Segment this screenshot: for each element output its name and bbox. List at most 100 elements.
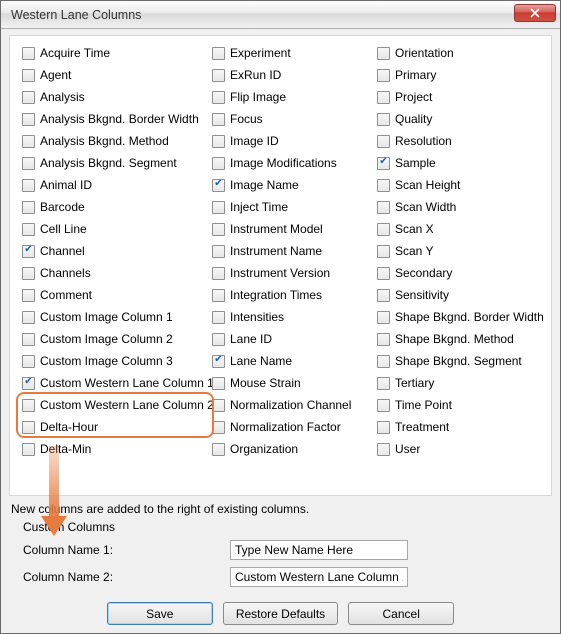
checkbox-label: Inject Time xyxy=(230,200,288,214)
checkbox[interactable] xyxy=(212,179,225,192)
checkbox[interactable] xyxy=(377,69,390,82)
column-name-2-row: Column Name 2: xyxy=(15,565,548,589)
checkbox[interactable] xyxy=(212,421,225,434)
checkbox[interactable] xyxy=(212,135,225,148)
checkbox[interactable] xyxy=(22,333,35,346)
custom-columns-group: Custom Columns Column Name 1: Column Nam… xyxy=(15,518,548,592)
checkbox[interactable] xyxy=(212,91,225,104)
checkbox-label: Scan Width xyxy=(395,200,456,214)
checkbox[interactable] xyxy=(212,289,225,302)
checkbox-label: Experiment xyxy=(230,46,291,60)
checkbox-label: Scan Height xyxy=(395,178,460,192)
checkbox[interactable] xyxy=(377,311,390,324)
checkbox[interactable] xyxy=(22,201,35,214)
checkbox[interactable] xyxy=(377,377,390,390)
checkbox[interactable] xyxy=(212,223,225,236)
checkbox[interactable] xyxy=(22,91,35,104)
checkbox[interactable] xyxy=(377,443,390,456)
checkbox[interactable] xyxy=(212,377,225,390)
checkbox[interactable] xyxy=(377,223,390,236)
checkbox[interactable] xyxy=(377,355,390,368)
checkbox-label: Organization xyxy=(230,442,298,456)
checkbox[interactable] xyxy=(22,223,35,236)
checkbox[interactable] xyxy=(22,421,35,434)
custom-columns-title: Custom Columns xyxy=(23,520,548,534)
checkbox-label: Scan Y xyxy=(395,244,433,258)
checkbox[interactable] xyxy=(377,245,390,258)
checkbox-label: Sample xyxy=(395,156,436,170)
checkbox-row: Barcode xyxy=(20,196,210,218)
checkbox[interactable] xyxy=(22,377,35,390)
checkbox[interactable] xyxy=(22,135,35,148)
checkbox-label: Channels xyxy=(40,266,91,280)
checkbox-row: Quality xyxy=(375,108,546,130)
checkbox[interactable] xyxy=(212,157,225,170)
checkbox[interactable] xyxy=(22,179,35,192)
checkbox[interactable] xyxy=(22,355,35,368)
checkbox[interactable] xyxy=(212,47,225,60)
checkbox[interactable] xyxy=(212,355,225,368)
checkbox[interactable] xyxy=(22,267,35,280)
checkbox-row: Tertiary xyxy=(375,372,546,394)
checkbox[interactable] xyxy=(212,443,225,456)
checkbox[interactable] xyxy=(22,69,35,82)
checkbox-row: Image Modifications xyxy=(210,152,375,174)
checkbox-row: Analysis Bkgnd. Border Width xyxy=(20,108,210,130)
checkbox-row: Project xyxy=(375,86,546,108)
checkbox-label: Instrument Name xyxy=(230,244,322,258)
checkbox[interactable] xyxy=(377,201,390,214)
checkbox[interactable] xyxy=(22,399,35,412)
checkbox-label: Barcode xyxy=(40,200,85,214)
checkbox[interactable] xyxy=(22,443,35,456)
checkbox[interactable] xyxy=(377,47,390,60)
checkbox[interactable] xyxy=(377,333,390,346)
checkbox[interactable] xyxy=(212,333,225,346)
columns-grid: Acquire TimeAgentAnalysisAnalysis Bkgnd.… xyxy=(20,42,543,460)
checkbox[interactable] xyxy=(212,267,225,280)
save-button[interactable]: Save xyxy=(107,602,213,625)
checkbox[interactable] xyxy=(22,113,35,126)
checkbox-row: Scan X xyxy=(375,218,546,240)
checkbox-label: Analysis Bkgnd. Border Width xyxy=(40,112,199,126)
checkbox[interactable] xyxy=(22,311,35,324)
checkbox[interactable] xyxy=(212,399,225,412)
cancel-button[interactable]: Cancel xyxy=(348,602,454,625)
checkbox[interactable] xyxy=(22,245,35,258)
checkbox[interactable] xyxy=(212,245,225,258)
checkbox-label: Primary xyxy=(395,68,436,82)
columns-panel: Acquire TimeAgentAnalysisAnalysis Bkgnd.… xyxy=(9,35,552,496)
checkbox-row: Primary xyxy=(375,64,546,86)
checkbox-label: Analysis Bkgnd. Method xyxy=(40,134,169,148)
checkbox[interactable] xyxy=(377,289,390,302)
checkbox-label: User xyxy=(395,442,420,456)
checkbox[interactable] xyxy=(377,399,390,412)
checkbox-row: Scan Height xyxy=(375,174,546,196)
checkbox[interactable] xyxy=(22,157,35,170)
checkbox-row: Delta-Hour xyxy=(20,416,210,438)
column-name-2-input[interactable] xyxy=(230,567,408,587)
checkbox[interactable] xyxy=(377,157,390,170)
restore-defaults-button[interactable]: Restore Defaults xyxy=(223,602,338,625)
checkbox[interactable] xyxy=(377,421,390,434)
checkbox[interactable] xyxy=(212,69,225,82)
checkbox-label: Animal ID xyxy=(40,178,92,192)
checkbox[interactable] xyxy=(377,113,390,126)
checkbox[interactable] xyxy=(377,91,390,104)
checkbox-row: Image ID xyxy=(210,130,375,152)
checkbox[interactable] xyxy=(377,179,390,192)
checkbox[interactable] xyxy=(377,135,390,148)
checkbox[interactable] xyxy=(22,47,35,60)
checkbox-row: Normalization Channel xyxy=(210,394,375,416)
checkbox-row: Scan Width xyxy=(375,196,546,218)
checkbox-row: Organization xyxy=(210,438,375,460)
close-button[interactable] xyxy=(514,4,556,22)
column-name-1-input[interactable] xyxy=(230,540,408,560)
checkbox-row: Focus xyxy=(210,108,375,130)
checkbox[interactable] xyxy=(212,201,225,214)
checkbox[interactable] xyxy=(212,113,225,126)
checkbox[interactable] xyxy=(377,267,390,280)
column-list-2: ExperimentExRun IDFlip ImageFocusImage I… xyxy=(210,42,375,460)
checkbox[interactable] xyxy=(212,311,225,324)
checkbox-label: Cell Line xyxy=(40,222,87,236)
checkbox[interactable] xyxy=(22,289,35,302)
